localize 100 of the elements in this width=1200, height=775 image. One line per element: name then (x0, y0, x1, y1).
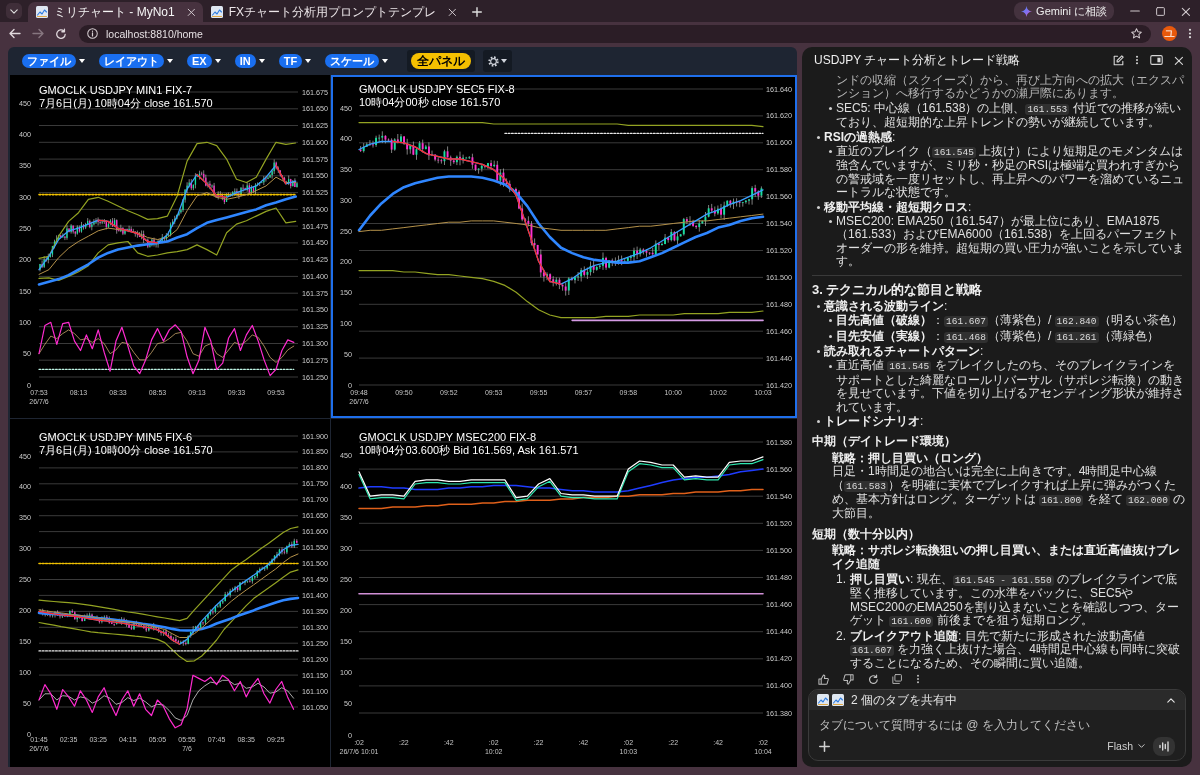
browser-tab[interactable]: ミリチャート - MyNo1 (28, 2, 203, 22)
sparkle-icon (1021, 5, 1033, 17)
chart-title: GMOCLK USDJPY SEC5 FIX-8 (359, 83, 515, 95)
chart-subtitle: 10時04分00秒 close 161.570 (359, 96, 501, 108)
shared-tabs-bar[interactable]: 2 個のタブを共有中 (809, 690, 1185, 710)
chart-panel[interactable] (331, 75, 797, 418)
chevron-down-icon (1138, 744, 1145, 748)
caret-icon[interactable] (167, 59, 173, 63)
list-item-text: 押し目買い: 現在、 161.545 - 161.550 のブレイクラインで底堅く推移しています。この水準をバックに、SEC5やMSEC200のEMA250を割り込まないことを確認しつつ、ターゲット 161.600 前後までを狙う短期ロング。 (850, 573, 1180, 629)
chart-thumbnail-icon (832, 694, 844, 706)
plus-icon[interactable] (472, 7, 483, 17)
caret-icon[interactable] (305, 59, 312, 63)
strategy-title: 戦略：押し目買い（ロング） (832, 451, 989, 465)
list-item-text: MSEC200: EMA250（161.547）が最上位にあり、EMA1875（161.533）およびEMA6000（161.538）を上回るパーフェクトオーダーの形を維持。超短期の買い圧力が強いことを示しています。 (836, 215, 1185, 269)
bullet-icon (816, 135, 820, 139)
menu-button[interactable]: スケール (325, 54, 380, 68)
section-label: 短期（数十分以内） (812, 527, 921, 542)
caret-icon[interactable] (258, 59, 265, 63)
caret-icon[interactable] (501, 59, 507, 63)
profile-avatar[interactable]: ユ (1162, 26, 1177, 41)
browser-tab[interactable]: FXチャート分析用プロンプトテンプレ (202, 2, 465, 22)
thumbs-down-icon[interactable] (843, 673, 854, 685)
chat-input[interactable]: タブについて質問するには @ を入力してください (819, 717, 1175, 733)
voice-button[interactable] (1153, 736, 1175, 756)
bullet-icon (828, 364, 832, 368)
info-icon (87, 28, 98, 39)
model-selector[interactable]: Flash (1107, 740, 1145, 752)
waveform-icon (1159, 740, 1169, 752)
paragraph: 日足・1時間足の地合いは完全に上向きです。4時間足中心線（ 161.583 ）を明確に実体でブレイクすれば上昇に弾みがつくため、基本方針はロング。ターゲットは 161.800 を経て 162.000 の大節目。 (832, 465, 1186, 521)
caret-icon[interactable] (382, 59, 389, 63)
chart-panel[interactable] (10, 419, 330, 767)
strategy-title: 戦略：サポレジ転換狙いの押し目買い、または直近高値抜けブレイク追随 (832, 544, 1181, 571)
close-icon[interactable] (448, 8, 457, 16)
close-icon[interactable] (186, 8, 195, 16)
gear-icon (488, 55, 499, 67)
list-item-text: 直近のブレイク（ 161.545 上抜け）により短期足のモメンタムは強含んでいますが、ミリ秒・秒足のRSIは極端な買われすぎからの警戒域を一度リセットし、再上昇へのパワーを溜めているニュートラルな状態です。 (836, 145, 1185, 200)
close-icon[interactable] (1174, 55, 1183, 65)
list-number: 1. (836, 573, 847, 588)
menu-button[interactable]: レイアウト (99, 54, 164, 68)
chevron-down-icon (10, 8, 18, 14)
section-label: 中期（デイトレード環境） (812, 435, 957, 449)
circular-arrow-icon[interactable] (55, 28, 66, 39)
kebab-menu-icon[interactable] (1135, 55, 1139, 65)
chevron-up-icon (1167, 697, 1175, 703)
all-panels-button[interactable]: 全パネル (407, 50, 475, 72)
chart-title: GMOCLK USDJPY MIN1 FIX-7 (39, 84, 193, 96)
chart-subtitle: 7月6日(月) 10時04分 close 161.570 (39, 97, 213, 109)
list-item-text: ブレイクアウト追随: 目先で新たに形成された波動高値 161.607 を力強く上抜けた場合、4時間足中心線も同時に突破することになるため、その瞬間に買い追随。 (850, 629, 1181, 669)
list-item-text: RSIの過熱感: (824, 130, 897, 145)
chart-subtitle: 10時04分03.600秒 Bid 161.569, Ask 161.571 (359, 444, 579, 456)
panel-title: USDJPY チャート分析とトレード戦略 (814, 51, 1022, 69)
list-item-text: ンドの収縮（スクイーズ）から、再び上方向への拡大（エクスパンション）へ移行するかどうかの瀬戸際にあります。 (836, 74, 1185, 101)
chart-thumbnail-icon (210, 6, 223, 18)
address-bar[interactable]: localhost:8810/home (79, 24, 1151, 43)
bullet-icon (828, 334, 832, 338)
list-item-text: 読み取れるチャートパターン: (824, 344, 985, 359)
copy-icon[interactable] (892, 674, 902, 684)
chart-panel[interactable] (10, 75, 330, 418)
edit-icon[interactable] (1113, 54, 1124, 66)
caret-icon[interactable] (79, 59, 85, 63)
list-item-text: 目先高値（破線）： 161.607 （薄紫色）/ 162.840 （明るい茶色） (836, 314, 1184, 329)
bullet-icon (816, 350, 820, 354)
menu-button[interactable]: EX (187, 54, 212, 68)
assistant-button[interactable]: Gemini に相談 (1014, 2, 1114, 20)
left-arrow-icon[interactable] (9, 28, 21, 39)
kebab-menu-icon[interactable] (916, 674, 920, 684)
close-icon[interactable] (1181, 6, 1190, 16)
bullet-icon (816, 304, 820, 308)
circular-arrow-icon[interactable] (868, 674, 878, 684)
section-heading: 3. テクニカル的な節目と戦略 (812, 281, 984, 298)
chart-title: GMOCLK USDJPY MSEC200 FIX-8 (359, 431, 537, 443)
thumbs-up-icon[interactable] (818, 673, 829, 685)
bullet-icon (816, 205, 820, 209)
bullet-icon (828, 319, 832, 323)
tab-search-button[interactable] (6, 3, 22, 19)
bullet-icon (828, 220, 832, 224)
chart-thumbnail-icon (817, 694, 829, 706)
list-item-text: 目先安値（実線）： 161.468 （薄紫色）/ 161.261 （薄緑色） (836, 329, 1160, 344)
list-item-text: トレードシナリオ: (824, 414, 925, 429)
chart-panel[interactable] (331, 419, 797, 767)
chart-title: GMOCLK USDJPY MIN5 FIX-6 (39, 431, 193, 443)
menu-button[interactable]: ファイル (22, 54, 76, 68)
list-item-text: 移動平均線・超短期クロス: (824, 200, 973, 215)
list-item-text: SEC5: 中心線（161.538）の上側、 161.553 付近での推移が続いており、超短期的な上昇トレンドの勢いが継続しています。 (836, 101, 1182, 130)
bullet-icon (828, 150, 832, 154)
side-panel-icon[interactable] (1150, 55, 1163, 65)
list-number: 2. (836, 629, 847, 645)
maximize-icon[interactable] (1156, 6, 1165, 16)
menu-button[interactable]: TF (278, 54, 303, 68)
plus-icon[interactable] (819, 740, 830, 752)
star-icon[interactable] (1131, 28, 1142, 39)
chart-subtitle: 7月6日(月) 10時00分 close 161.570 (39, 444, 213, 456)
settings-button[interactable] (483, 50, 512, 72)
caret-icon[interactable] (214, 59, 221, 63)
list-item-text: 意識される波動ライン: (824, 299, 949, 313)
bullet-icon (828, 107, 832, 110)
bullet-icon (816, 420, 820, 424)
kebab-menu-icon[interactable] (1188, 28, 1192, 39)
menu-button[interactable]: IN (234, 54, 256, 68)
chart-thumbnail-icon (36, 6, 48, 18)
